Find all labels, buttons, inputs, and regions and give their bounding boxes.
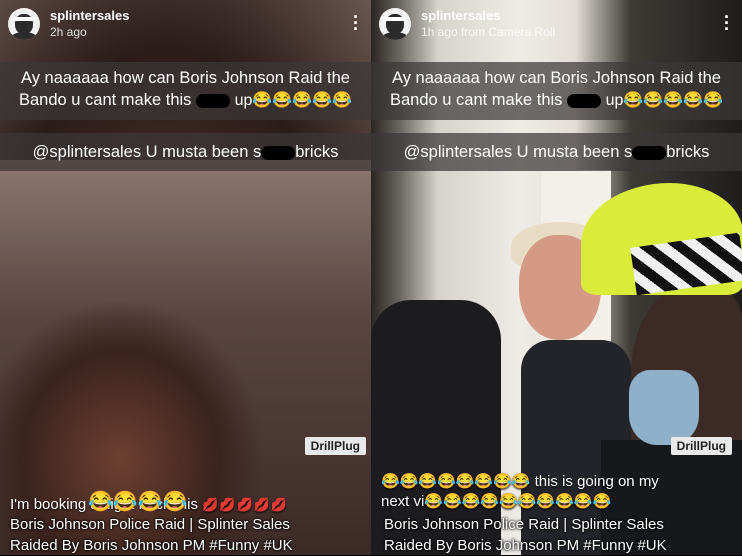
- caption-text-end: up😂😂😂😂😂: [234, 92, 353, 109]
- story-caption-1: Ay naaaaaa how can Boris Johnson Raid th…: [0, 62, 371, 120]
- caption2-text-end: bricks: [295, 143, 339, 161]
- story-caption-2: @splintersales U musta been s bricks: [371, 133, 742, 171]
- username[interactable]: splintersales: [421, 8, 555, 24]
- watermark: DrillPlug: [670, 437, 732, 455]
- story-caption-1: Ay naaaaaa how can Boris Johnson Raid th…: [371, 62, 742, 120]
- left-story-panel: splintersales 2h ago · · · Ay naaaaaa how …: [0, 0, 371, 555]
- video-title-line1: Boris Johnson Police Raid | Splinter Sal…: [10, 516, 290, 533]
- bottom-text-line2: next vi😂😂😂😂😂😂😂😂😂😂: [381, 493, 612, 510]
- timestamp: 1h ago from Camera Roll: [421, 25, 556, 39]
- watermark: DrillPlug: [304, 437, 366, 455]
- caption2-text: @splintersales U musta been s: [32, 143, 262, 161]
- left-story-header: splintersales 2h ago: [8, 8, 130, 40]
- story-caption-2: @splintersales U musta been s bricks: [0, 133, 371, 171]
- video-title-overlay-right: Boris Johnson Police Raid | Splinter Sal…: [384, 514, 667, 556]
- redaction-mark: [567, 93, 602, 108]
- caption-text-end: up😂😂😂😂😂: [605, 92, 724, 109]
- redaction-mark: [196, 93, 231, 108]
- redaction-mark: [261, 145, 296, 160]
- avatar-icon[interactable]: [379, 8, 411, 40]
- bottom-emojis: 😂😂😂😂: [88, 491, 188, 513]
- right-story-panel: splintersales 1h ago from Camera Roll · ·…: [371, 0, 742, 555]
- timestamp: 2h ago: [50, 25, 87, 39]
- kiss-emojis-icon: 💋💋💋💋💋: [202, 497, 289, 512]
- caption2-text: @splintersales U musta been s: [403, 143, 633, 161]
- video-title-line1: Boris Johnson Police Raid | Splinter Sal…: [384, 516, 664, 533]
- video-title-line2: Raided By Boris Johnson PM #Funny #UK: [384, 537, 667, 554]
- more-vertical-icon[interactable]: · · ·: [353, 8, 359, 38]
- officer-mask: [629, 370, 699, 445]
- avatar-icon[interactable]: [8, 8, 40, 40]
- video-title-line2: Raided By Boris Johnson PM #Funny #UK: [10, 537, 293, 554]
- story-bottom-text: 😂😂😂😂😂😂😂😂 this is going on my next vi😂😂😂😂…: [381, 472, 659, 512]
- caption2-text-end: bricks: [666, 143, 710, 161]
- bottom-text-line1: 😂😂😂😂😂😂😂😂 this is going on my: [381, 473, 659, 490]
- more-vertical-icon[interactable]: · · ·: [724, 8, 730, 38]
- video-title-overlay-left: Boris Johnson Police Raid | Splinter Sal…: [10, 514, 293, 556]
- right-story-header: splintersales 1h ago from Camera Roll: [379, 8, 555, 40]
- username[interactable]: splintersales: [50, 8, 130, 24]
- redaction-mark: [632, 145, 667, 160]
